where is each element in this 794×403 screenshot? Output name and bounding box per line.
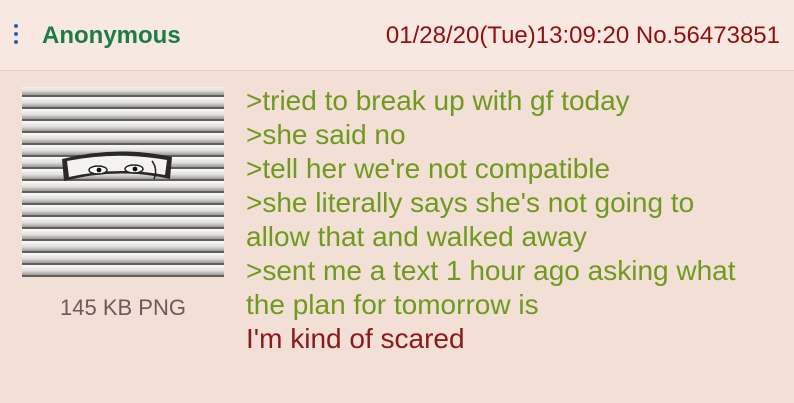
blind-slat	[22, 217, 224, 227]
post-number[interactable]: No.56473851	[636, 22, 780, 49]
greentext-line: allow that and walked away	[246, 221, 587, 252]
peeking-through-blinds-image	[22, 87, 224, 277]
file-info: 145 KB PNG	[60, 295, 186, 320]
blind-slat	[22, 97, 224, 107]
blind-slat	[22, 265, 224, 275]
post-image-thumbnail[interactable]	[22, 87, 224, 277]
greentext-line: >she said no	[246, 119, 406, 150]
blind-slat	[22, 109, 224, 119]
blind-slat	[22, 229, 224, 239]
blind-slat	[22, 253, 224, 263]
blind-slat	[22, 181, 224, 191]
blind-slat	[22, 87, 224, 95]
message-line: I'm kind of scared	[246, 323, 465, 354]
post-datetime: 01/28/20(Tue)13:09:20	[385, 22, 630, 49]
greentext-line: >sent me a text 1 hour ago asking what	[246, 255, 736, 286]
blind-slat	[22, 241, 224, 251]
poster-name: Anonymous	[42, 22, 181, 49]
post-header: Anonymous 01/28/20(Tue)13:09:20 No.56473…	[0, 0, 794, 71]
greentext-line: >she literally says she's not going to	[246, 187, 695, 218]
blind-slat	[22, 193, 224, 203]
greentext-line: the plan for tomorrow is	[246, 289, 539, 320]
post-date-number: 01/28/20(Tue)13:09:20 No.56473851	[386, 22, 780, 50]
blind-slat	[22, 133, 224, 143]
blind-slat	[22, 121, 224, 131]
blind-slat	[22, 205, 224, 215]
greentext-line: >tell her we're not compatible	[246, 153, 611, 184]
post-message: >tried to break up with gf today >she sai…	[246, 84, 786, 356]
vertical-dots-icon[interactable]	[12, 24, 20, 52]
greentext-line: >tried to break up with gf today	[246, 85, 630, 116]
